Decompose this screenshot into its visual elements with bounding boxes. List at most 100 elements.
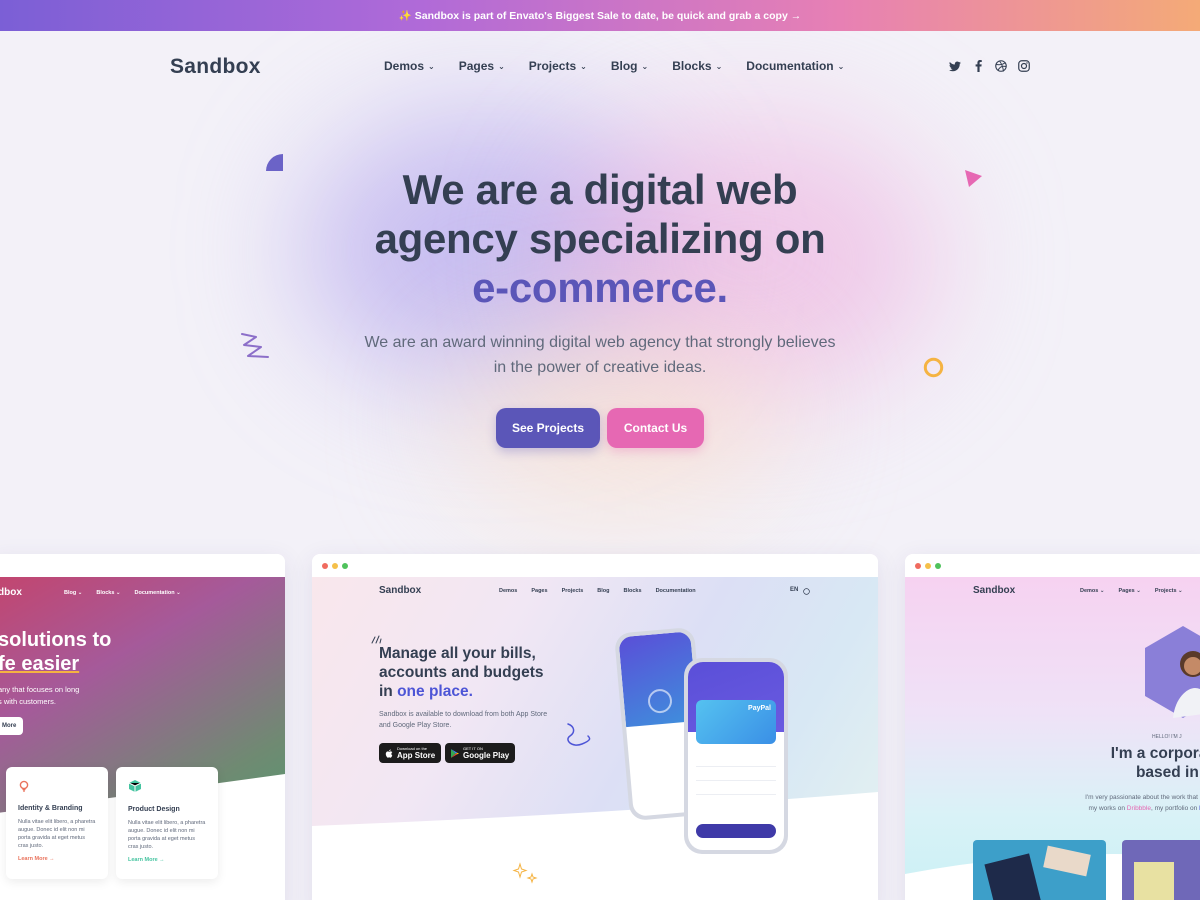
preview-nav-item: Blog ⌄ xyxy=(64,590,83,596)
dribbble-link[interactable]: Dribbble xyxy=(1127,805,1151,812)
hero-lead: We are an award winning digital web agen… xyxy=(364,334,836,376)
service-card: Product Design Nulla vitae elit libero, … xyxy=(116,767,218,879)
preview-text-part: my works on xyxy=(1088,805,1127,812)
hero-title-line: agency specializing on xyxy=(374,215,826,262)
nav-blog[interactable]: Blog ⌄ xyxy=(611,59,648,73)
preview-nav: Demos ⌄ Pages ⌄ Projects ⌄ xyxy=(1080,588,1183,594)
preview-text-part: , my portfolio on xyxy=(1150,805,1200,812)
instagram-icon[interactable] xyxy=(1018,60,1030,72)
site-logo[interactable]: Sandbox xyxy=(170,55,261,79)
preview-more-button[interactable]: d More xyxy=(0,717,23,735)
preview-logo: dbox xyxy=(0,587,22,598)
contact-us-button[interactable]: Contact Us xyxy=(607,408,704,448)
hero-title-accent: e-commerce. xyxy=(472,264,728,311)
info-icon[interactable] xyxy=(803,588,810,595)
quarter-circle-shape xyxy=(266,154,283,171)
preview-title-accent: one place. xyxy=(397,683,473,700)
preview-nav-item: Demos xyxy=(499,588,518,594)
browser-chrome xyxy=(312,554,878,577)
window-maximize-dot xyxy=(342,562,348,569)
service-link[interactable]: Learn More → xyxy=(18,856,96,862)
nav-projects[interactable]: Projects ⌄ xyxy=(529,59,587,73)
google-play-label: GET IT ON Google Play xyxy=(463,746,509,760)
preview-nav: Blog ⌄ Blocks ⌄ Documentation ⌄ xyxy=(64,590,181,596)
preview-nav-item: Blocks xyxy=(623,588,642,594)
nav-documentation[interactable]: Documentation ⌄ xyxy=(746,59,844,73)
nav-label: Blog xyxy=(610,59,638,73)
preview-text-line: s with customers. xyxy=(0,697,56,706)
preview-title: I'm a corporate b based in New xyxy=(1055,744,1200,782)
preview-title-line: fe easier xyxy=(0,653,80,675)
preview-card-left[interactable]: dbox Blog ⌄ Blocks ⌄ Documentation ⌄ sol… xyxy=(0,554,285,900)
chevron-down-icon: ⌄ xyxy=(837,61,845,71)
google-play-text: Google Play xyxy=(463,751,510,760)
preview-title-line: accounts and budgets xyxy=(379,664,544,681)
twitter-icon[interactable] xyxy=(949,60,961,72)
hero-title-line: We are a digital web xyxy=(402,166,798,213)
language-selector[interactable]: EN xyxy=(790,587,798,593)
preview-title-line: based in New xyxy=(1135,764,1200,781)
chevron-down-icon: ⌄ xyxy=(715,61,723,71)
service-title: Identity & Branding xyxy=(18,805,83,812)
chevron-down-icon: ⌄ xyxy=(428,61,435,71)
phone-screen: PayPal xyxy=(688,662,784,850)
preview-text-line: I'm very passionate about the work that … xyxy=(1085,794,1200,801)
preview-nav-item: Blog xyxy=(597,588,610,594)
promo-banner[interactable]: ✨ Sandbox is part of Envato's Biggest Sa… xyxy=(0,0,1200,31)
window-minimize-dot xyxy=(925,562,931,569)
service-title: Product Design xyxy=(128,806,180,813)
nav-demos[interactable]: Demos ⌄ xyxy=(384,59,435,73)
facebook-icon[interactable] xyxy=(972,60,984,72)
preview-nav-item: Projects ⌄ xyxy=(1154,588,1183,594)
hero-title: We are a digital web agency specializing… xyxy=(300,165,900,312)
preview-nav-item: Pages ⌄ xyxy=(1118,588,1141,594)
portfolio-thumb[interactable] xyxy=(973,840,1106,900)
phone-mockup-front: PayPal xyxy=(684,658,788,854)
browser-chrome xyxy=(905,554,1200,577)
social-links xyxy=(949,60,1030,72)
nav-label: Blocks xyxy=(672,59,712,73)
chevron-down-icon: ⌄ xyxy=(641,61,649,71)
divider xyxy=(696,794,776,795)
nav-pages[interactable]: Pages ⌄ xyxy=(459,59,505,73)
package-shape xyxy=(1134,862,1174,900)
window-minimize-dot xyxy=(332,562,338,569)
preview-title-line: Manage all your bills, xyxy=(379,645,536,662)
preview-text: I'm very passionate about the work that … xyxy=(1045,792,1200,814)
service-desc: Nulla vitae elit libero, a pharetra augu… xyxy=(128,820,206,850)
preview-nav-item: Demos ⌄ xyxy=(1080,588,1105,594)
squiggle-shape xyxy=(241,333,269,358)
window-maximize-dot xyxy=(935,562,941,569)
nav-blocks[interactable]: Blocks ⌄ xyxy=(672,59,722,73)
browser-chrome xyxy=(0,554,285,577)
see-projects-button[interactable]: See Projects xyxy=(496,408,600,448)
preview-card-right[interactable]: Sandbox Demos ⌄ Pages ⌄ Projects ⌄ HELLO… xyxy=(905,554,1200,900)
service-link[interactable]: Learn More → xyxy=(128,857,206,863)
paypal-card: PayPal xyxy=(696,700,776,744)
apple-icon xyxy=(385,748,393,758)
app-store-text: App Store xyxy=(397,751,436,760)
lightbulb-icon xyxy=(19,780,29,792)
dribbble-icon[interactable] xyxy=(995,60,1007,72)
triangle-shape xyxy=(965,170,982,187)
nav-label: Pages xyxy=(458,59,495,73)
main-nav: Demos ⌄ Pages ⌄ Projects ⌄ Blog ⌄ Blocks ⌄ Do… xyxy=(384,59,868,73)
app-store-button[interactable]: Download on the App Store xyxy=(379,743,442,763)
nav-label: Demos xyxy=(384,59,425,73)
chevron-down-icon: ⌄ xyxy=(498,61,505,71)
preview-logo: Sandbox xyxy=(973,585,1016,596)
preview-logo: Sandbox xyxy=(379,585,422,596)
book-shape xyxy=(984,853,1044,900)
preview-nav-item: Projects xyxy=(561,588,584,594)
portfolio-thumb[interactable] xyxy=(1122,840,1200,900)
app-store-label: Download on the App Store xyxy=(397,746,435,760)
divider xyxy=(696,766,776,767)
preview-nav-item: Documentation xyxy=(655,588,696,594)
promo-text[interactable]: ✨ Sandbox is part of Envato's Biggest Sa… xyxy=(399,9,801,22)
phone-action-button xyxy=(696,824,776,838)
preview-card-middle[interactable]: Sandbox Demos Pages Projects Blog Blocks… xyxy=(312,554,878,900)
box-icon xyxy=(128,780,142,792)
nav-label: Projects xyxy=(528,59,577,73)
google-play-button[interactable]: GET IT ON Google Play xyxy=(445,743,516,763)
wave-shape xyxy=(312,792,878,900)
